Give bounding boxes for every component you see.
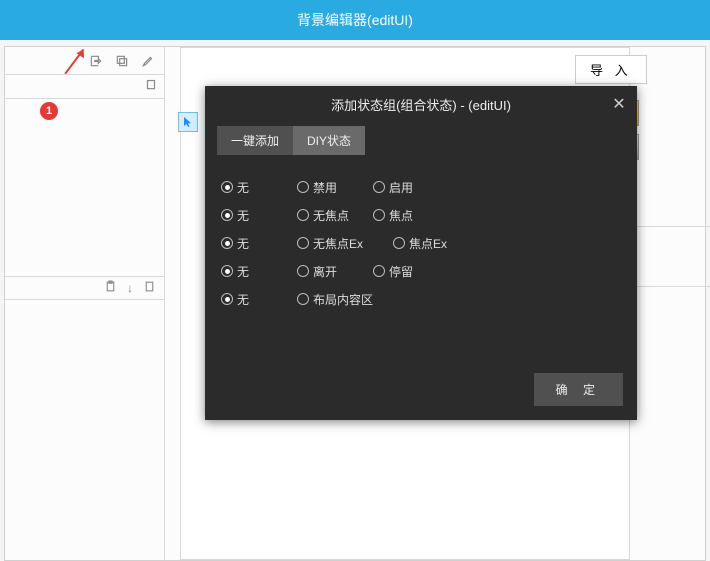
radio-row-3: 无 离开 停留	[221, 257, 621, 285]
left-toolbar-3: ↓	[5, 276, 164, 300]
radio-row-2: 无 无焦点Ex 焦点Ex	[221, 229, 621, 257]
annotation-badge-1: 1	[40, 102, 58, 120]
radio-focus[interactable]: 焦点	[373, 207, 449, 224]
ok-button[interactable]: 确 定	[534, 373, 623, 406]
dialog-title-bar: 添加状态组(组合状态) - (editUI) ✕	[205, 86, 637, 122]
brush-icon[interactable]	[140, 53, 156, 69]
dialog-footer: 确 定	[205, 363, 637, 420]
radio-none-0[interactable]: 无	[221, 179, 297, 196]
radio-none-1[interactable]: 无	[221, 207, 297, 224]
radio-focus-ex[interactable]: 焦点Ex	[393, 235, 469, 252]
radio-enabled[interactable]: 启用	[373, 179, 449, 196]
radio-nofocus-ex[interactable]: 无焦点Ex	[297, 235, 393, 252]
app-title: 背景编辑器(editUI)	[297, 12, 413, 28]
left-toolbar-2	[5, 75, 164, 99]
import-button[interactable]: 导 入	[575, 55, 647, 84]
radio-nofocus[interactable]: 无焦点	[297, 207, 373, 224]
radio-row-1: 无 无焦点 焦点	[221, 201, 621, 229]
radio-stay[interactable]: 停留	[373, 263, 449, 280]
cursor-tool-indicator[interactable]	[178, 112, 198, 132]
close-icon[interactable]: ✕	[609, 94, 629, 114]
radio-none-3[interactable]: 无	[221, 263, 297, 280]
duplicate-icon[interactable]	[144, 77, 158, 96]
dialog-tabs: 一键添加 DIY状态	[205, 122, 637, 155]
radio-leave[interactable]: 离开	[297, 263, 373, 280]
tab-diy[interactable]: DIY状态	[293, 126, 365, 155]
page-icon[interactable]	[143, 280, 156, 296]
radio-disabled[interactable]: 禁用	[297, 179, 373, 196]
left-panel: ↓	[5, 47, 165, 560]
radio-none-4[interactable]: 无	[221, 291, 297, 308]
dialog-title: 添加状态组(组合状态) - (editUI)	[331, 95, 511, 114]
app-title-bar: 背景编辑器(editUI)	[0, 0, 710, 40]
radio-row-4: 无 布局内容区	[221, 285, 621, 313]
radio-none-2[interactable]: 无	[221, 235, 297, 252]
tab-onekey[interactable]: 一键添加	[217, 126, 293, 155]
arrow-down-icon[interactable]: ↓	[127, 281, 133, 295]
radio-grid: 无 禁用 启用 无 无焦点 焦点 无 无焦点Ex 焦点Ex 无 离开 停留 无 …	[205, 155, 637, 363]
radio-row-0: 无 禁用 启用	[221, 173, 621, 201]
paste-icon[interactable]	[104, 280, 117, 296]
radio-layout-content[interactable]: 布局内容区	[297, 291, 393, 308]
add-state-group-dialog: 添加状态组(组合状态) - (editUI) ✕ 一键添加 DIY状态 无 禁用…	[205, 86, 637, 420]
copy-icon[interactable]	[114, 53, 130, 69]
